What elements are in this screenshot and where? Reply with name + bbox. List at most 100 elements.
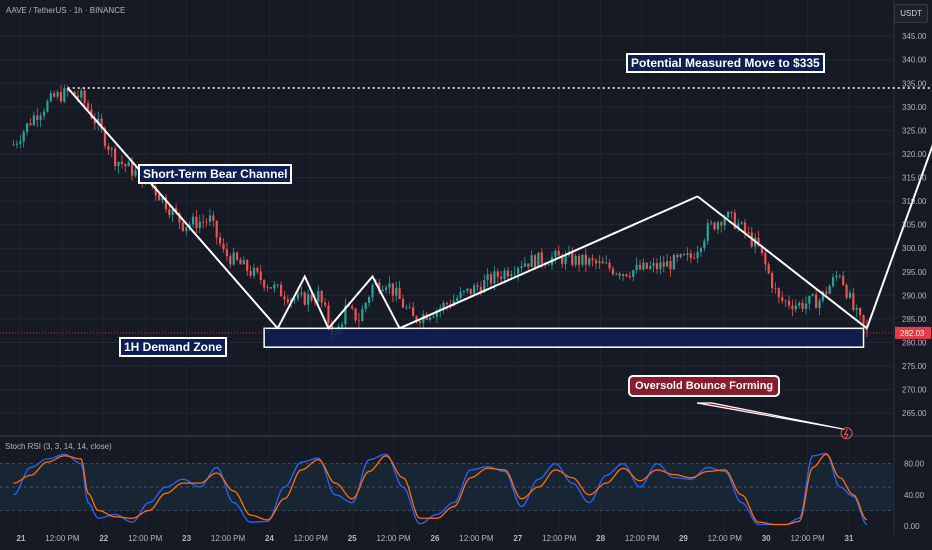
time-tick-label: 12:00 PM [128, 534, 163, 543]
candle-body [384, 287, 388, 290]
demand-zone-box [263, 327, 865, 348]
candle-body [83, 90, 86, 104]
candle-body [36, 115, 39, 120]
candle-body [591, 258, 594, 261]
candle-body [110, 148, 113, 150]
candle-body [202, 221, 205, 223]
candle-body [855, 307, 858, 310]
candle-body [770, 273, 774, 289]
time-tick-label: 12:00 PM [542, 534, 577, 543]
candle-body [611, 268, 615, 275]
candle-body [659, 262, 662, 270]
candle-body [791, 305, 794, 310]
candle-body [652, 263, 655, 266]
candle-body [286, 299, 289, 303]
candle-body [838, 275, 841, 277]
price-tick-label: 290.00 [902, 291, 927, 300]
candle-body [574, 255, 577, 265]
candle-body [323, 302, 327, 306]
candle-body [283, 296, 286, 300]
oversold-label: Oversold Bounce Forming [628, 375, 781, 397]
candle-body [618, 273, 621, 276]
indicator-label: Stoch RSI (3, 3, 14, 14, close) [5, 442, 112, 451]
time-tick-label: 30 [762, 534, 771, 543]
price-tick-label: 285.00 [902, 315, 927, 324]
price-tick-label: 270.00 [902, 386, 927, 395]
candle-body [351, 306, 354, 309]
price-tick-label: 320.00 [902, 150, 927, 159]
candle-body [15, 143, 19, 145]
candle-body [63, 88, 66, 102]
price-tick-label: 300.00 [902, 244, 927, 253]
candle-body [706, 223, 709, 241]
candle-body [676, 255, 679, 258]
candle-body [581, 254, 584, 265]
candle-body [686, 253, 689, 255]
candle-body [428, 317, 432, 320]
candle-body [459, 292, 462, 299]
candle-body [340, 324, 344, 327]
candle-body [158, 194, 161, 201]
candle-body [621, 274, 625, 276]
candle-body [259, 271, 262, 281]
candle-body [391, 283, 394, 296]
candle-body [56, 92, 59, 97]
candle-body [649, 265, 652, 269]
candle-body [547, 264, 550, 266]
candle-body [517, 268, 520, 274]
candle-body [503, 270, 506, 279]
candle-body [496, 271, 499, 277]
candle-body [235, 252, 239, 260]
candle-body [327, 305, 330, 324]
candle-body [645, 262, 648, 269]
time-tick-label: 12:00 PM [376, 534, 411, 543]
stoch-tick-label: 40.00 [904, 491, 925, 500]
time-tick-label: 12:00 PM [459, 534, 494, 543]
time-tick-label: 22 [99, 534, 108, 543]
candle-body [86, 103, 90, 110]
candle-body [489, 274, 493, 284]
candle-body [781, 297, 784, 301]
candle-body [354, 308, 357, 321]
time-tick-label: 26 [431, 534, 440, 543]
current-price-value: 282.03 [900, 329, 925, 338]
candle-body [635, 264, 638, 271]
candle-body [256, 267, 259, 272]
candle-body [527, 263, 530, 267]
candle-body [39, 115, 42, 120]
candle-body [117, 161, 120, 167]
candle-body [845, 284, 848, 298]
measured-move-label: Potential Measured Move to $335 [626, 53, 825, 73]
candle-body [520, 266, 523, 269]
symbol-title: AAVE / TetherUS · 1h · BINANCE [6, 6, 126, 15]
candle-body [381, 289, 384, 292]
candle-body [784, 300, 787, 302]
candle-body [205, 221, 208, 223]
candle-body [127, 162, 130, 167]
candle-body [168, 209, 171, 216]
candle-body [239, 259, 242, 265]
candle-body [513, 273, 516, 275]
time-tick-label: 21 [17, 534, 26, 543]
candle-body [269, 287, 273, 289]
currency-button[interactable]: USDT [894, 4, 928, 23]
candle-body [764, 253, 767, 265]
time-tick-label: 31 [845, 534, 854, 543]
time-tick-label: 29 [679, 534, 688, 543]
candle-body [740, 222, 743, 224]
candle-body [279, 284, 283, 297]
candle-body [672, 255, 675, 270]
candle-body [215, 220, 218, 238]
candle-body [300, 292, 303, 295]
candle-body [747, 232, 750, 234]
chart-canvas[interactable]: 345.00 340.00 335.00 330.00 325.00 320.00 315.… [0, 0, 932, 550]
candle-body [666, 261, 669, 267]
candle-body [804, 303, 808, 309]
price-tick-label: 335.00 [902, 79, 927, 88]
price-tick-label: 305.00 [902, 221, 927, 230]
price-tick-label: 325.00 [902, 126, 927, 135]
candle-body [229, 256, 232, 265]
candle-body [388, 283, 391, 288]
price-tick-label: 295.00 [902, 268, 927, 277]
candle-body [49, 93, 52, 102]
